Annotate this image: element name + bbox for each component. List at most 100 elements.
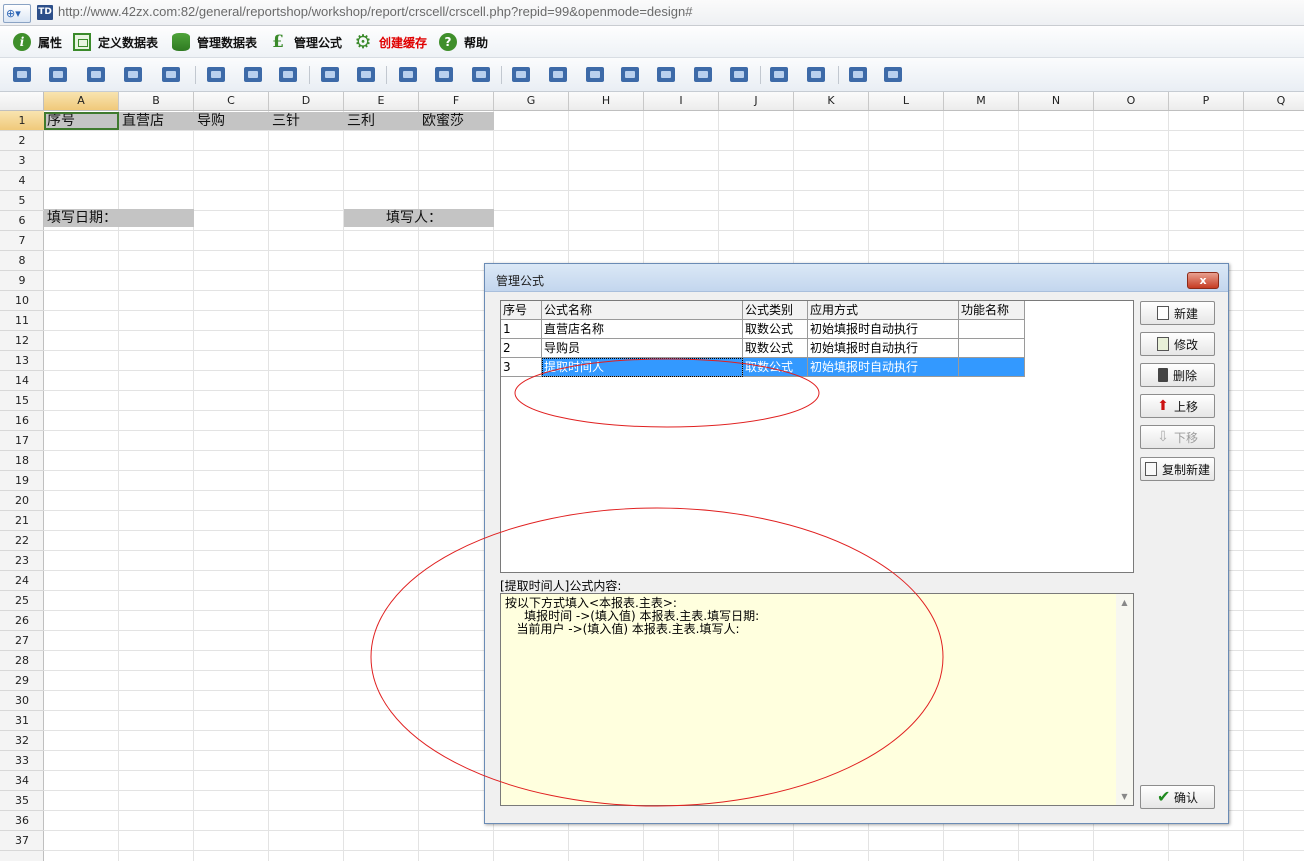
row-header[interactable]: 11 <box>0 311 44 331</box>
select-all-corner[interactable] <box>0 92 44 111</box>
paste-icon[interactable] <box>470 64 492 86</box>
formula-row-selected[interactable]: 3 提取时间人 取数公式 初始填报时自动执行 <box>501 358 1025 377</box>
merge-cells-icon[interactable] <box>510 64 532 86</box>
menu-define-table[interactable]: 定义数据表 <box>73 26 158 58</box>
insert-image-icon[interactable] <box>122 64 144 86</box>
row-header[interactable]: 16 <box>0 411 44 431</box>
undo-icon[interactable] <box>319 64 341 86</box>
row-header[interactable]: 19 <box>0 471 44 491</box>
row-header[interactable]: 23 <box>0 551 44 571</box>
col-header-name[interactable]: 公式名称 <box>542 301 743 320</box>
row-header[interactable]: 9 <box>0 271 44 291</box>
redo-icon[interactable] <box>355 64 377 86</box>
row-header[interactable]: 35 <box>0 791 44 811</box>
move-up-button[interactable]: ⬆ 上移 <box>1140 394 1215 418</box>
row-header[interactable]: 7 <box>0 231 44 251</box>
column-header[interactable]: N <box>1019 92 1094 110</box>
row-header[interactable]: 8 <box>0 251 44 271</box>
row-header[interactable]: 6 <box>0 211 44 231</box>
row-header[interactable]: 26 <box>0 611 44 631</box>
row-header[interactable]: 34 <box>0 771 44 791</box>
column-header[interactable]: B <box>119 92 194 110</box>
column-header[interactable]: K <box>794 92 869 110</box>
row-header[interactable]: 25 <box>0 591 44 611</box>
scroll-down-icon[interactable]: ▼ <box>1116 788 1133 805</box>
row-header[interactable]: 31 <box>0 711 44 731</box>
ok-button[interactable]: ✔ 确认 <box>1140 785 1215 809</box>
column-header[interactable]: F <box>419 92 494 110</box>
column-header[interactable]: Q <box>1244 92 1304 110</box>
append-col-icon[interactable] <box>728 64 750 86</box>
delete-button[interactable]: 删除 <box>1140 363 1215 387</box>
row-header[interactable]: 18 <box>0 451 44 471</box>
row-header[interactable]: 30 <box>0 691 44 711</box>
delete-col-icon[interactable] <box>692 64 714 86</box>
settings-icon[interactable] <box>882 64 904 86</box>
row-header[interactable]: 5 <box>0 191 44 211</box>
row-header[interactable]: 17 <box>0 431 44 451</box>
column-header[interactable]: J <box>719 92 794 110</box>
column-header[interactable]: L <box>869 92 944 110</box>
row-header[interactable]: 15 <box>0 391 44 411</box>
column-header[interactable]: P <box>1169 92 1244 110</box>
page-setup-icon[interactable] <box>205 64 227 86</box>
formula-row[interactable]: 2 导购员 取数公式 初始填报时自动执行 <box>501 339 1025 358</box>
cell-d1[interactable]: 三针 <box>269 112 344 130</box>
content-scrollbar[interactable]: ▲ ▼ <box>1116 594 1133 805</box>
save-as-icon[interactable] <box>47 64 69 86</box>
row-header[interactable]: 13 <box>0 351 44 371</box>
row-header[interactable]: 20 <box>0 491 44 511</box>
row-header[interactable]: 1 <box>0 111 44 131</box>
row-header[interactable]: 21 <box>0 511 44 531</box>
copy-new-button[interactable]: 复制新建 <box>1140 457 1215 481</box>
delete-row-icon[interactable] <box>619 64 641 86</box>
print-icon[interactable] <box>277 64 299 86</box>
insert-col-icon[interactable] <box>655 64 677 86</box>
row-header[interactable]: 10 <box>0 291 44 311</box>
column-header[interactable]: H <box>569 92 644 110</box>
row-header[interactable]: 28 <box>0 651 44 671</box>
unmerge-cells-icon[interactable] <box>547 64 569 86</box>
column-header[interactable]: I <box>644 92 719 110</box>
col-header-category[interactable]: 公式类别 <box>743 301 808 320</box>
menu-properties[interactable]: i 属性 <box>13 26 62 58</box>
copy-icon[interactable] <box>433 64 455 86</box>
row-header[interactable]: 32 <box>0 731 44 751</box>
cell-a6[interactable]: 填写日期： <box>44 209 194 227</box>
column-header[interactable]: O <box>1094 92 1169 110</box>
menu-create-cache[interactable]: ⚙ 创建缓存 <box>354 26 427 58</box>
export-icon[interactable] <box>85 64 107 86</box>
row-header[interactable]: 24 <box>0 571 44 591</box>
scroll-up-icon[interactable]: ▲ <box>1116 594 1133 611</box>
formula-list[interactable]: 序号 公式名称 公式类别 应用方式 功能名称 1 直营店名称 取数公式 初始填报… <box>500 300 1134 573</box>
add-tab-button[interactable]: ⊕▾ <box>3 4 31 23</box>
menu-help[interactable]: ? 帮助 <box>439 26 488 58</box>
print-preview-icon[interactable] <box>242 64 264 86</box>
cell-e1[interactable]: 三利 <box>344 112 419 130</box>
save-icon[interactable] <box>11 64 33 86</box>
row-header[interactable]: 22 <box>0 531 44 551</box>
row-header[interactable]: 14 <box>0 371 44 391</box>
cell-e6[interactable]: 填写人： <box>344 209 494 227</box>
row-header[interactable]: 27 <box>0 631 44 651</box>
column-header[interactable]: E <box>344 92 419 110</box>
cell-a1[interactable]: 序号 <box>44 112 119 130</box>
cell-c1[interactable]: 导购 <box>194 112 269 130</box>
col-header-index[interactable]: 序号 <box>501 301 542 320</box>
move-down-button[interactable]: ⇩ 下移 <box>1140 425 1215 449</box>
column-header[interactable]: C <box>194 92 269 110</box>
column-header[interactable]: G <box>494 92 569 110</box>
column-header[interactable]: A <box>44 92 119 110</box>
col-header-function[interactable]: 功能名称 <box>959 301 1025 320</box>
image-props-icon[interactable] <box>160 64 182 86</box>
insert-row-icon[interactable] <box>584 64 606 86</box>
column-header[interactable]: D <box>269 92 344 110</box>
menu-manage-formulas[interactable]: £ 管理公式 <box>269 26 342 58</box>
chart-icon[interactable] <box>805 64 827 86</box>
row-header[interactable]: 33 <box>0 751 44 771</box>
formula-content-box[interactable]: 按以下方式填入<本报表.主表>: 填报时间 ->(填入值) 本报表.主表.填写日… <box>500 593 1134 806</box>
menu-manage-tables[interactable]: 管理数据表 <box>172 26 257 58</box>
edit-button[interactable]: 修改 <box>1140 332 1215 356</box>
dialog-title-bar[interactable]: 管理公式 x <box>485 264 1228 292</box>
row-header[interactable]: 12 <box>0 331 44 351</box>
